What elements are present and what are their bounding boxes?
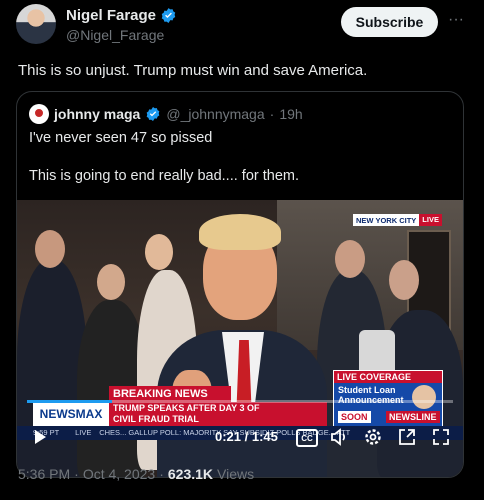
fullscreen-icon[interactable] — [431, 427, 451, 447]
tweet-text: This is so unjust. Trump must win and sa… — [18, 62, 368, 79]
bystander-head — [145, 234, 173, 270]
video-controls: 0:21 / 1:45 CC — [17, 424, 463, 452]
closed-captions-icon[interactable]: CC — [296, 429, 318, 447]
settings-gear-icon[interactable] — [363, 427, 383, 447]
tweet-meta: 5:36 PM · Oct 4, 2023 · 623.1K Views — [18, 466, 254, 482]
bystander-head — [335, 240, 365, 278]
quoted-header: johnny maga @_johnnymaga · 19h — [29, 104, 303, 124]
video-progress-fill — [27, 400, 113, 403]
quoted-author-name: johnny maga — [54, 106, 141, 122]
quoted-text-line1: I've never seen 47 so pissed — [29, 130, 213, 146]
meta-separator: · — [74, 466, 79, 482]
verified-badge-icon — [147, 107, 160, 121]
speaker-hair — [199, 214, 281, 250]
quoted-tweet[interactable]: johnny maga @_johnnymaga · 19h I've neve… — [16, 91, 464, 478]
headline-line1: TRUMP SPEAKS AFTER DAY 3 OF — [113, 403, 260, 413]
location-badge: NEW YORK CITY LIVE — [353, 214, 442, 226]
more-icon[interactable]: ··· — [445, 9, 467, 31]
views-label: Views — [217, 466, 255, 482]
network-logo: NEWSMAX — [33, 402, 109, 426]
tweet: Nigel Farage @Nigel_Farage Subscribe ···… — [0, 0, 484, 500]
subscribe-button[interactable]: Subscribe — [341, 7, 438, 37]
soon-label: SOON — [338, 411, 371, 423]
headline-banner: TRUMP SPEAKS AFTER DAY 3 OF CIVIL FRAUD … — [109, 402, 327, 426]
author-block: Nigel Farage @Nigel_Farage — [66, 7, 177, 43]
post-time[interactable]: 5:36 PM — [18, 466, 70, 482]
avatar[interactable] — [16, 4, 56, 44]
quoted-author-handle: @_johnnymaga — [166, 106, 265, 122]
newsline-label: NEWSLINE — [386, 411, 440, 423]
bystander-head — [97, 264, 125, 300]
quoted-avatar — [29, 104, 49, 124]
quoted-separator: · — [269, 106, 275, 122]
picture-in-picture-icon[interactable] — [397, 427, 417, 447]
quoted-age: 19h — [279, 106, 303, 122]
play-icon[interactable] — [31, 428, 49, 446]
author-handle[interactable]: @Nigel_Farage — [66, 27, 177, 43]
location-badge-text: NEW YORK CITY — [356, 215, 417, 225]
video-progress-bar[interactable] — [27, 400, 453, 403]
video-time: 0:21 / 1:45 — [215, 429, 278, 444]
post-date[interactable]: Oct 4, 2023 — [83, 466, 155, 482]
author-name-row[interactable]: Nigel Farage — [66, 7, 177, 24]
views-count: 623.1K — [167, 466, 214, 482]
live-coverage-label: LIVE COVERAGE — [334, 371, 442, 383]
volume-icon[interactable] — [329, 427, 349, 447]
author-name[interactable]: Nigel Farage — [66, 7, 156, 24]
live-coverage-portrait — [412, 385, 436, 409]
location-badge-live: LIVE — [419, 214, 442, 226]
bystander-head — [35, 230, 65, 268]
video-player[interactable]: NEW YORK CITY LIVE BREAKING NEWS NEWSMAX… — [17, 200, 463, 477]
bystander-head — [389, 260, 419, 300]
quoted-text-line2: This is going to end really bad.... for … — [29, 168, 299, 184]
verified-badge-icon — [161, 8, 176, 23]
meta-separator: · — [159, 466, 164, 482]
